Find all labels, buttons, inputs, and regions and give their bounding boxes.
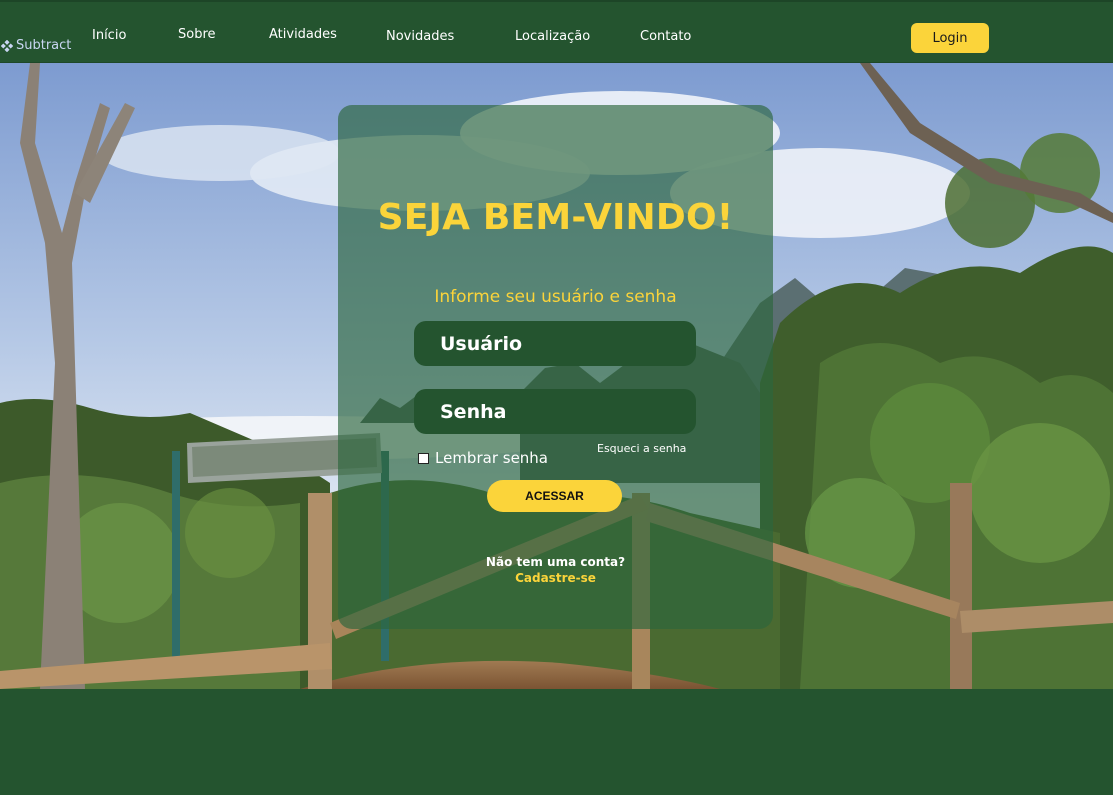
nav-link-contato[interactable]: Contato — [640, 29, 691, 44]
login-button[interactable]: Login — [911, 23, 989, 53]
username-field[interactable] — [414, 321, 696, 366]
nav-link-inicio[interactable]: Início — [92, 28, 126, 43]
top-navbar: Subtract Início Sobre Atividades Novidad… — [0, 0, 1113, 63]
forgot-password-link[interactable]: Esqueci a senha — [597, 442, 686, 455]
remember-password-label: Lembrar senha — [435, 449, 548, 467]
welcome-title: SEJA BEM-VINDO! — [377, 197, 734, 238]
footer-band — [0, 689, 1113, 795]
signup-link[interactable]: Cadastre-se — [338, 571, 773, 585]
username-input[interactable] — [440, 332, 696, 355]
password-input[interactable] — [440, 400, 696, 423]
password-field[interactable] — [414, 389, 696, 434]
login-card: SEJA BEM-VINDO! Informe seu usuário e se… — [338, 105, 773, 629]
nav-link-atividades[interactable]: Atividades — [269, 27, 337, 42]
remember-password-checkbox[interactable]: Lembrar senha — [418, 449, 548, 467]
brand-name: Subtract — [16, 38, 72, 53]
nav-link-sobre[interactable]: Sobre — [178, 27, 216, 42]
cross-diamond-icon — [0, 39, 14, 52]
no-account-text: Não tem uma conta? — [485, 555, 626, 569]
checkbox-icon[interactable] — [418, 452, 429, 464]
access-button[interactable]: ACESSAR — [487, 480, 622, 512]
nav-link-novidades[interactable]: Novidades — [386, 29, 454, 44]
login-subtitle: Informe seu usuário e senha — [434, 287, 677, 307]
brand-logo[interactable]: Subtract — [0, 38, 72, 53]
nav-link-localizacao[interactable]: Localização — [515, 29, 590, 44]
